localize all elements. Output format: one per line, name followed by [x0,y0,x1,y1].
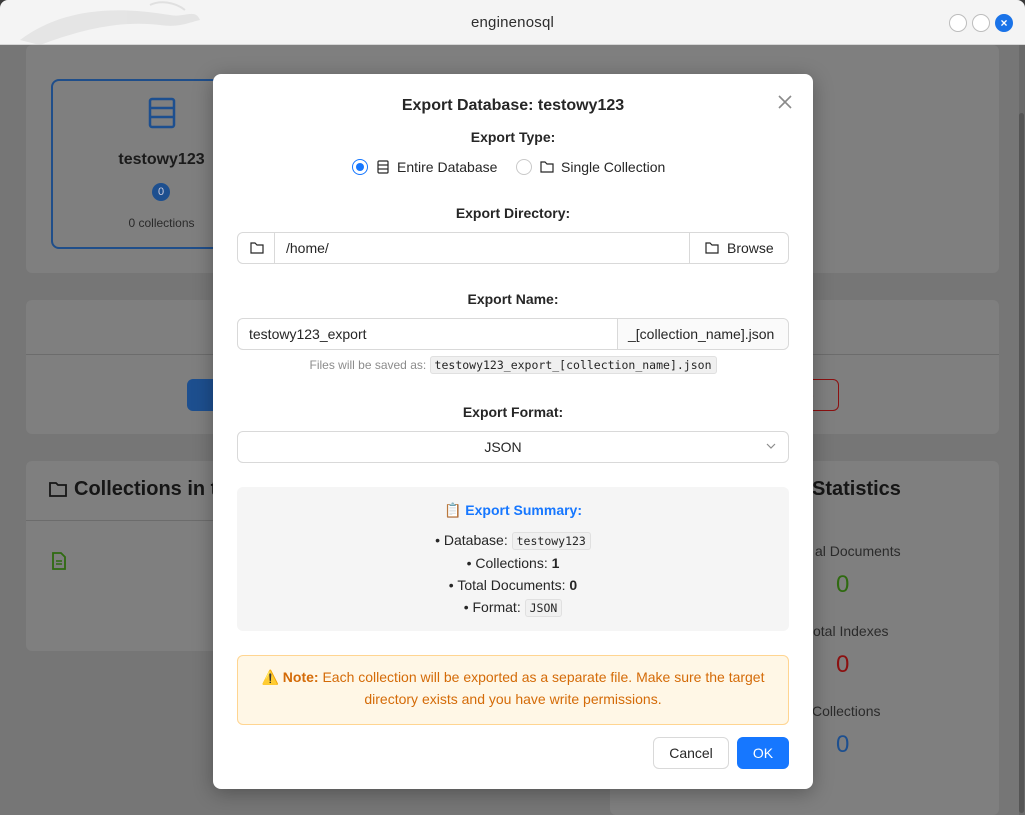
directory-input[interactable]: /home/ [286,240,329,256]
export-type-label: Export Type: [470,129,556,145]
export-format-label: Export Format: [462,404,564,420]
summary-format-value: JSON [524,599,563,617]
scrollbar-thumb[interactable] [1019,113,1024,813]
folder-icon [49,482,67,497]
export-name-input[interactable]: testowy123_export [249,326,367,342]
export-directory-label: Export Directory: [455,205,571,221]
stat-value-indexes: 0 [836,651,850,678]
dialog-title: Export Database: testowy123 [401,97,625,114]
stat-value-documents: 0 [836,571,850,598]
summary-collections: • Collections: 1 [237,555,789,571]
database-icon [377,160,389,174]
summary-documents: • Total Documents: 0 [237,577,789,593]
export-type-radio-group: Entire Database Single Collection [213,158,813,176]
browse-button[interactable]: Browse [689,233,788,263]
warning-icon: ⚠️ Note: [261,669,319,685]
close-window-button[interactable]: × [995,14,1013,32]
folder-icon [705,242,719,254]
warning-note-text: Each collection will be exported as a se… [322,669,765,707]
server-icon [148,97,176,129]
filename-hint: Files will be saved as: testowy123_expor… [213,356,813,374]
browse-button-label: Browse [727,240,774,256]
summary-database: • Database: testowy123 [237,532,789,550]
title-bar: enginenosql × [0,0,1025,45]
folder-icon [540,161,554,173]
warning-note: ⚠️ Note: Each collection will be exporte… [237,655,789,725]
export-dialog: Export Database: testowy123 Export Type:… [213,74,813,789]
option-entire-database-label[interactable]: Entire Database [397,159,497,175]
option-single-collection-label[interactable]: Single Collection [561,159,665,175]
export-name-label: Export Name: [467,291,559,307]
summary-collections-label: • Collections: [466,555,548,571]
stat-label-documents: al Documents [815,543,901,559]
summary-database-value: testowy123 [511,532,591,550]
maximize-button[interactable] [972,14,990,32]
stat-label-indexes: otal Indexes [813,623,889,639]
format-select-value: JSON [484,439,522,455]
hint-prefix: Files will be saved as: [309,358,427,372]
summary-documents-label: • Total Documents: [448,577,566,593]
folder-icon [250,242,264,254]
directory-addon [238,233,275,263]
close-icon[interactable] [775,92,795,112]
hint-filename: testowy123_export_[collection_name].json [429,356,717,374]
stat-label-collections: Collections [812,703,881,719]
scrollbar[interactable] [1019,45,1025,815]
format-select[interactable]: JSON [237,431,789,463]
summary-format-label: • Format: [463,599,521,615]
radio-entire-database[interactable] [352,159,368,175]
summary-documents-value: 0 [569,577,578,593]
summary-database-label: • Database: [435,532,508,548]
collections-heading: Collections in t [74,478,218,500]
name-suffix: _[collection_name].json [628,326,775,342]
radio-single-collection[interactable] [516,159,532,175]
window-title: enginenosql [470,14,555,31]
name-input-group: testowy123_export _[collection_name].jso… [237,318,789,350]
stat-value-collections: 0 [836,731,850,758]
export-summary: 📋 Export Summary: • Database: testowy123… [237,487,789,631]
directory-input-group: /home/ Browse [237,232,789,264]
file-icon [52,552,66,570]
summary-heading: 📋 Export Summary: [443,502,583,518]
statistics-heading: Statistics [812,478,901,500]
app-window: enginenosql × testowy123 0 0 collections… [0,0,1025,815]
minimize-button[interactable] [949,14,967,32]
summary-collections-value: 1 [551,555,560,571]
ok-button[interactable]: OK [737,737,789,769]
collection-count-badge: 0 [152,183,170,201]
chevron-down-icon [766,443,776,449]
summary-format: • Format: JSON [237,599,789,617]
cancel-button[interactable]: Cancel [653,737,729,769]
name-suffix-addon: _[collection_name].json [617,319,788,349]
